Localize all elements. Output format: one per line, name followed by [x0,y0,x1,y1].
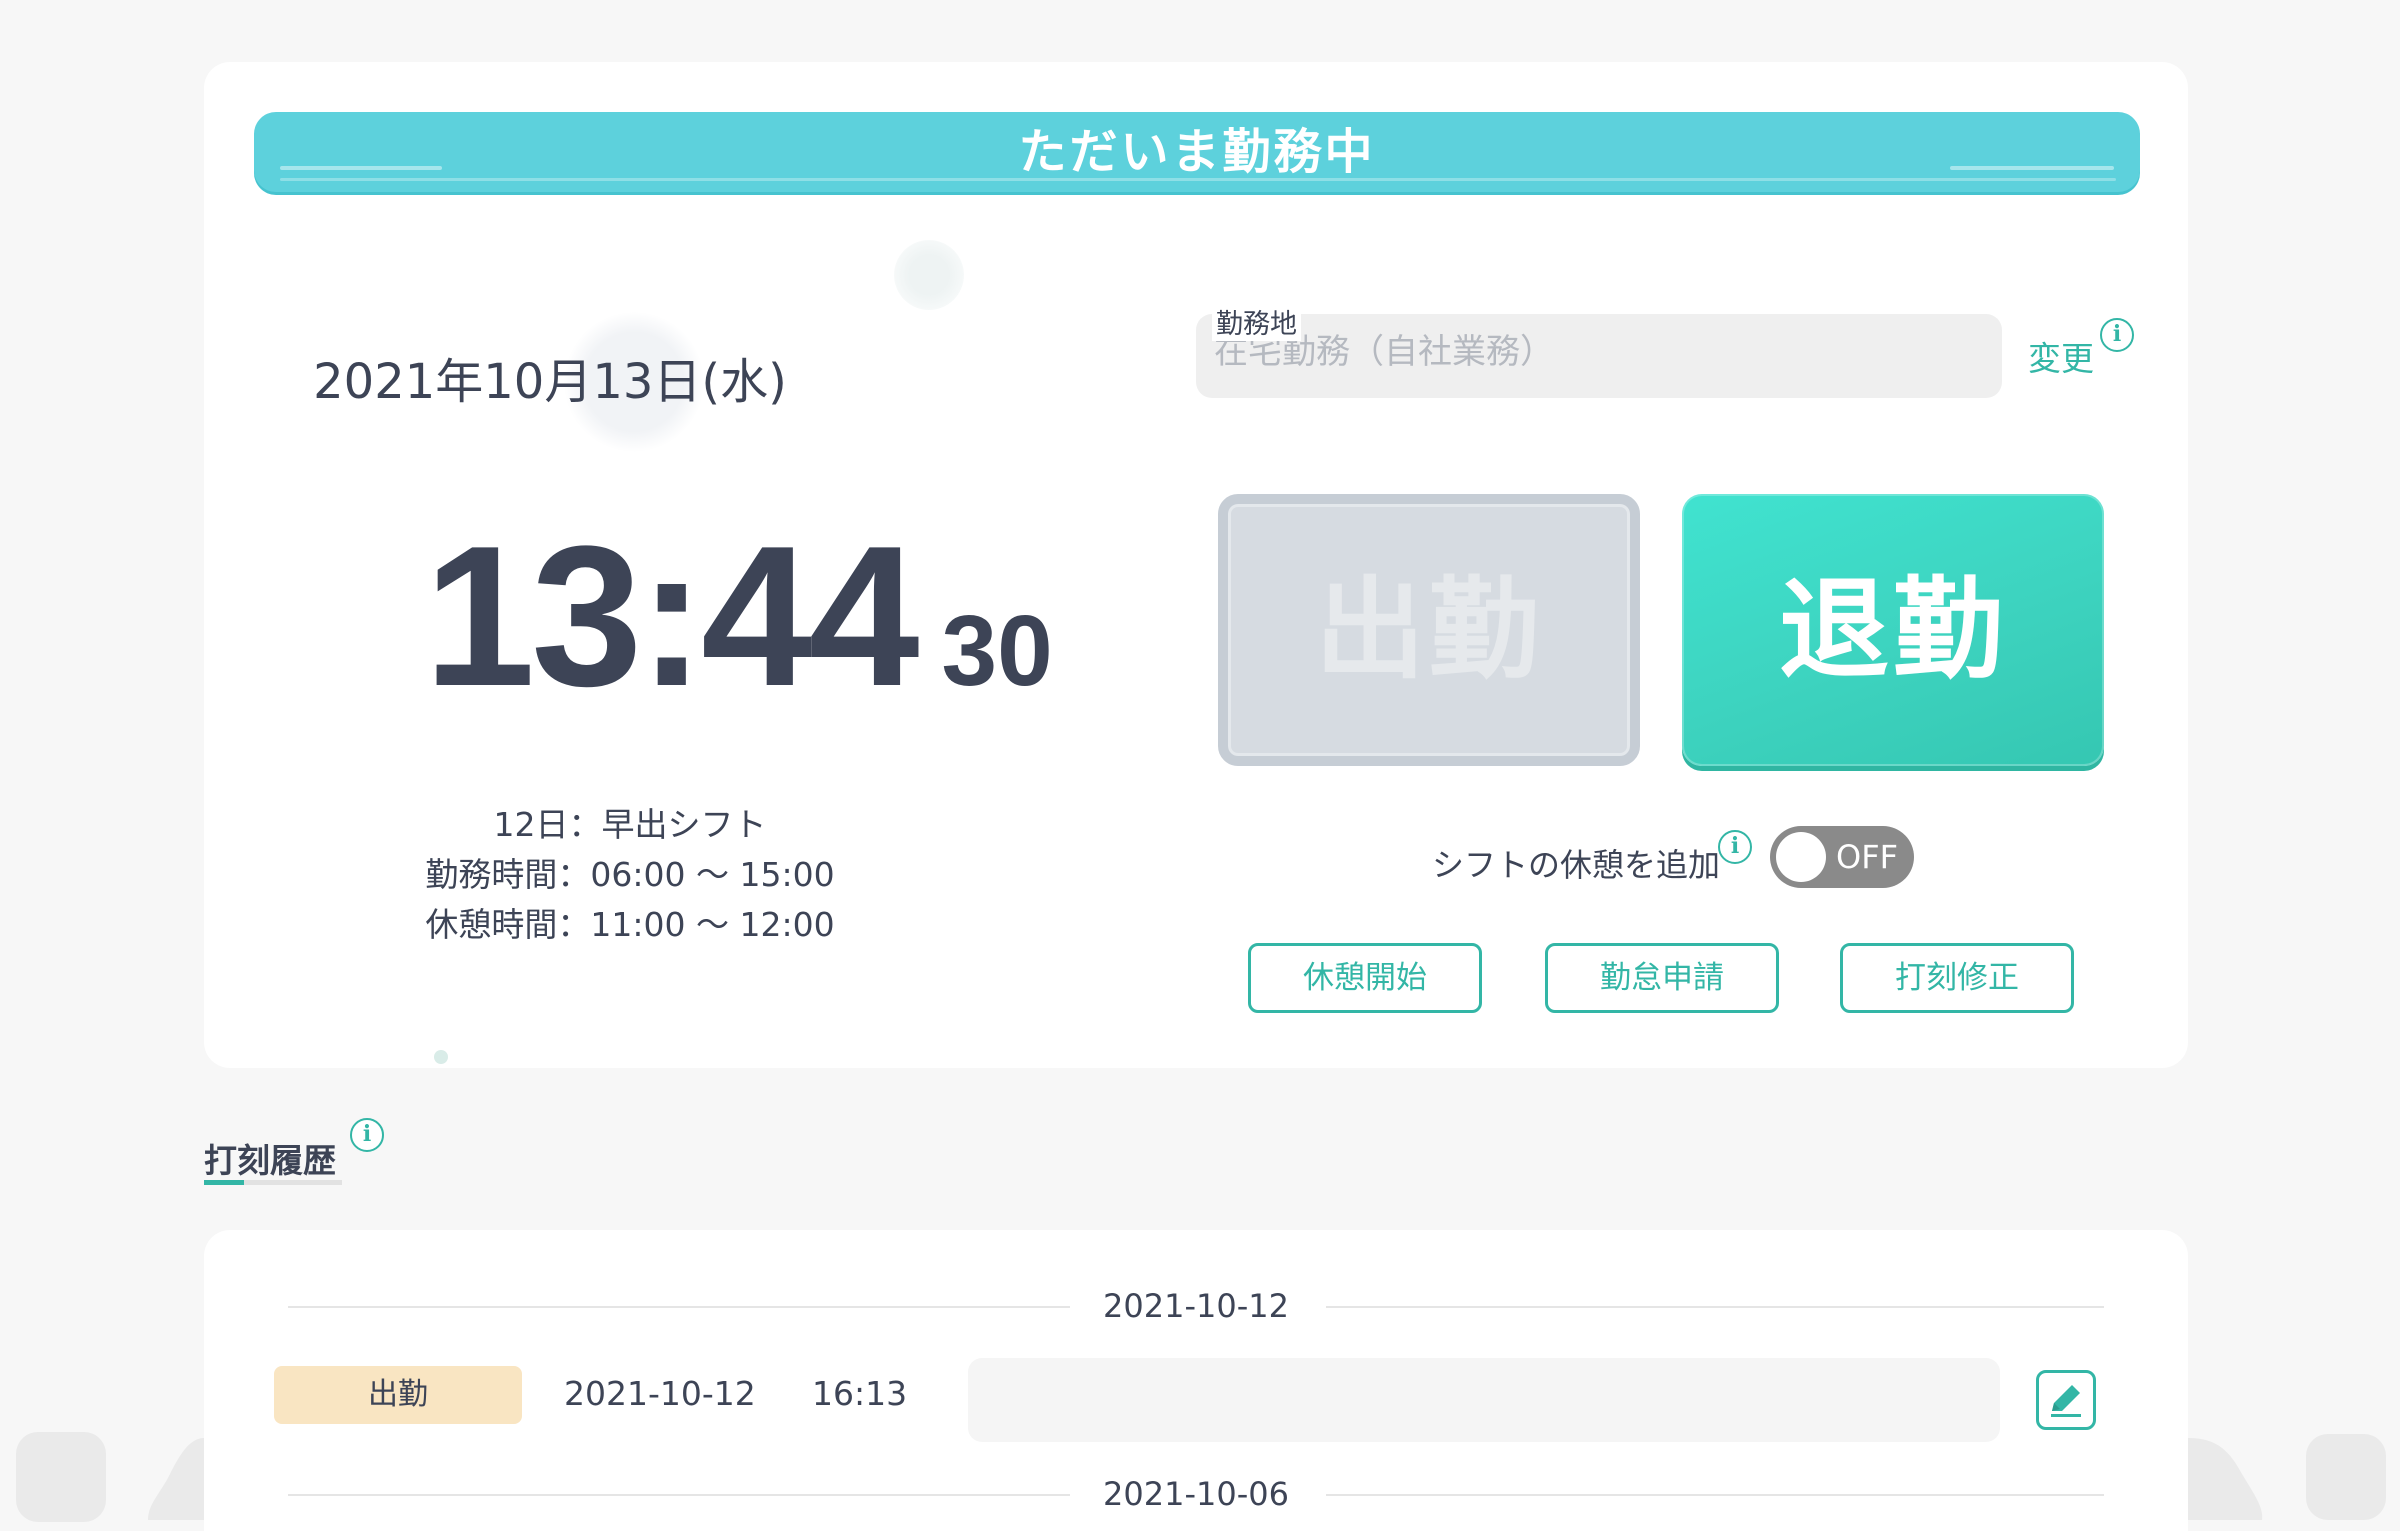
history-group-date: 2021-10-12 [1103,1287,1289,1325]
location-field[interactable]: 在宅勤務（自社業務） [1196,314,2002,398]
decoration [2306,1434,2386,1520]
info-icon[interactable]: i [2100,318,2134,352]
time-hours-minutes: 13:44 [424,505,920,728]
status-banner: ただいま勤務中 [254,112,2140,192]
location-label: 勤務地 [1212,302,1301,341]
history-title: 打刻履歴 [204,1141,336,1180]
decoration [434,1050,448,1064]
current-date: 2021年10月13日(水) [313,354,787,410]
pencil-icon [2051,1385,2081,1417]
current-time: 13:44 30 [424,502,1064,762]
record-time: 16:13 [812,1374,908,1413]
clock-in-button[interactable]: 出勤 [1218,494,1640,766]
record-date: 2021-10-12 [564,1374,756,1413]
history-card: 2021-10-12 出勤 2021-10-12 16:13 2021-10-0… [204,1230,2188,1531]
decoration [16,1432,106,1522]
attendance-request-button[interactable]: 勤怠申請 [1545,943,1779,1013]
edit-record-button[interactable] [2036,1370,2096,1430]
clock-out-button[interactable]: 退勤 [1682,494,2104,766]
info-icon[interactable]: i [350,1118,384,1152]
decoration [2188,1438,2263,1520]
decoration [894,240,964,310]
shift-info: 12日：早出シフト 勤務時間：06:00 〜 15:00 休憩時間：11:00 … [330,800,930,950]
history-date-divider: 2021-10-06 [288,1474,2104,1514]
time-seconds: 30 [941,595,1053,707]
history-date-divider: 2021-10-12 [288,1286,2104,1326]
info-icon[interactable]: i [1718,830,1752,864]
record-type-badge: 出勤 [274,1366,522,1424]
status-title: ただいま勤務中 [1018,124,1376,180]
shift-name: 12日：早出シフト [493,805,767,844]
decoration [148,1438,204,1520]
shift-break-hours: 休憩時間：11:00 〜 12:00 [425,905,835,944]
record-note-field[interactable] [968,1358,2000,1442]
break-start-button[interactable]: 休憩開始 [1248,943,1482,1013]
history-group-date: 2021-10-06 [1103,1475,1289,1513]
shift-work-hours: 勤務時間：06:00 〜 15:00 [425,855,835,894]
break-toggle-label: シフトの休憩を追加 [1432,846,1721,884]
change-location-link[interactable]: 変更 [2028,332,2094,380]
toggle-state: OFF [1836,838,1898,876]
history-tab-underline [204,1180,342,1185]
punch-correction-button[interactable]: 打刻修正 [1840,943,2074,1013]
toggle-knob [1776,832,1826,882]
break-toggle[interactable]: OFF [1770,826,1914,888]
history-tab-accent [204,1180,244,1185]
